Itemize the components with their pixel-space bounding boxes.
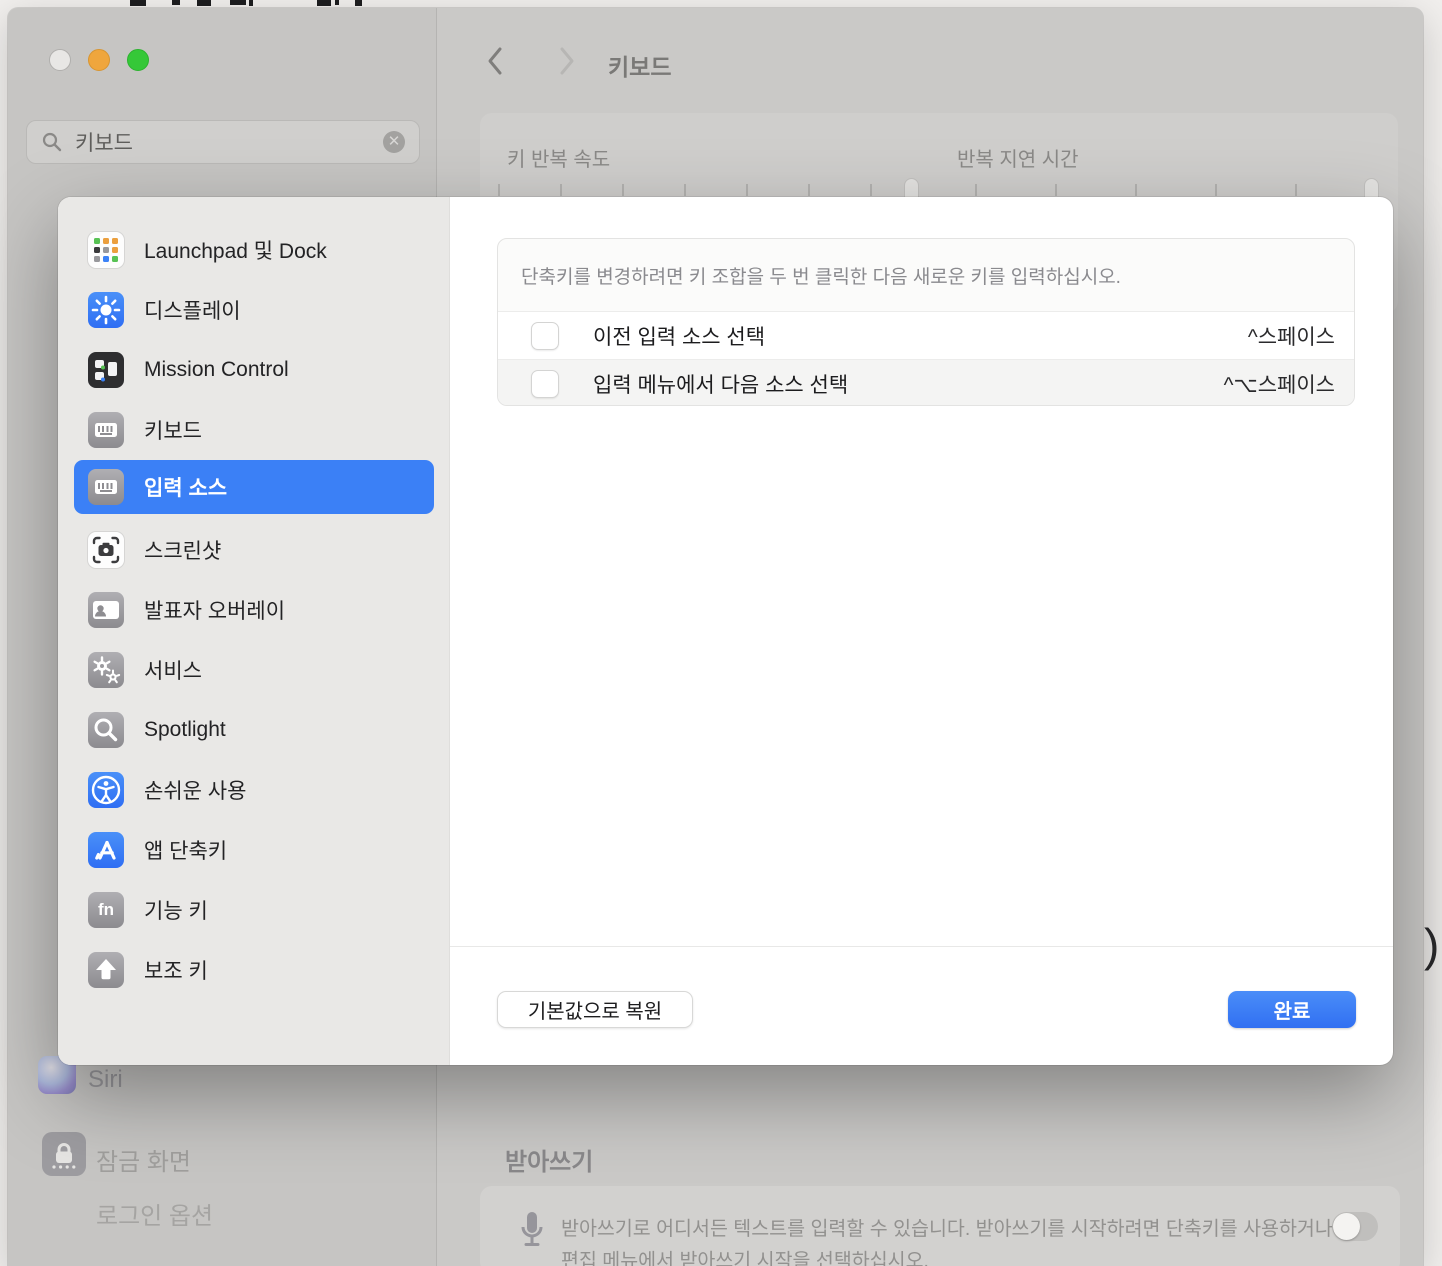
- modifier-arrow-icon: [88, 952, 124, 988]
- minimize-button[interactable]: [88, 49, 110, 71]
- dictation-description-line2: 편집 메뉴에서 받아쓰기 시작을 선택하십시오.: [561, 1244, 929, 1266]
- search-icon: [41, 131, 63, 153]
- microphone-icon: [520, 1210, 544, 1260]
- search-value: 키보드: [75, 127, 383, 157]
- dictation-toggle[interactable]: [1332, 1212, 1378, 1241]
- display-brightness-icon: [88, 292, 124, 328]
- keyboard-shortcuts-sheet: Launchpad 및 Dock 디스플레이: [58, 197, 1393, 1065]
- dictation-card: 받아쓰기로 어디서든 텍스트를 입력할 수 있습니다. 받아쓰기를 시작하려면 …: [480, 1186, 1400, 1266]
- sidebar-item-mission-control[interactable]: Mission Control: [74, 343, 434, 397]
- sidebar-item-app-shortcuts[interactable]: 앱 단축키: [74, 823, 434, 877]
- presenter-overlay-icon: [88, 592, 124, 628]
- search-input[interactable]: 키보드 ✕: [26, 120, 420, 164]
- sidebar-item-launchpad-dock[interactable]: Launchpad 및 Dock: [74, 223, 434, 277]
- repeat-delay-label: 반복 지연 시간: [957, 143, 1079, 172]
- done-button[interactable]: 완료: [1228, 991, 1356, 1028]
- fn-key-icon: fn: [88, 892, 124, 928]
- dictation-description-line1: 받아쓰기로 어디서든 텍스트를 입력할 수 있습니다. 받아쓰기를 시작하려면 …: [561, 1212, 1333, 1241]
- clear-search-icon[interactable]: ✕: [383, 131, 405, 153]
- repeat-delay-slider[interactable]: [975, 184, 1299, 196]
- key-repeat-slider-knob[interactable]: [904, 178, 919, 198]
- back-chevron-icon[interactable]: [486, 46, 504, 76]
- keyboard-icon: [88, 412, 124, 448]
- mission-control-icon: [88, 352, 124, 388]
- close-button[interactable]: [49, 49, 71, 71]
- services-gears-icon: [88, 652, 124, 688]
- accessibility-icon: [88, 772, 124, 808]
- sidebar-item-screenshots[interactable]: 스크린샷: [74, 523, 434, 577]
- sidebar-item-login-options[interactable]: 로그인 옵션: [96, 1196, 213, 1231]
- key-repeat-label: 키 반복 속도: [507, 143, 610, 172]
- table-row[interactable]: 입력 메뉴에서 다음 소스 선택 ^⌥스페이스: [498, 359, 1354, 406]
- sidebar-item-input-sources[interactable]: 입력 소스: [74, 460, 434, 514]
- sidebar-item-lock-screen[interactable]: 잠금 화면: [96, 1142, 191, 1177]
- checkbox-previous-input-source[interactable]: [531, 322, 559, 350]
- sidebar-item-accessibility[interactable]: 손쉬운 사용: [74, 763, 434, 817]
- clipped-desktop-paren: ): [1424, 918, 1442, 978]
- launchpad-icon: [88, 232, 124, 268]
- sidebar-item-function-keys[interactable]: fn 기능 키: [74, 883, 434, 937]
- sidebar-item-modifier-keys[interactable]: 보조 키: [74, 943, 434, 997]
- repeat-delay-slider-knob[interactable]: [1364, 178, 1379, 198]
- shortcuts-instruction: 단축키를 변경하려면 키 조합을 두 번 클릭한 다음 새로운 키를 입력하십시…: [498, 239, 1354, 311]
- sidebar-item-spotlight[interactable]: Spotlight: [74, 703, 434, 757]
- key-repeat-slider[interactable]: [498, 184, 872, 196]
- sidebar-item-presenter-overlay[interactable]: 발표자 오버레이: [74, 583, 434, 637]
- toggle-knob: [1333, 1213, 1360, 1240]
- sidebar-item-siri[interactable]: Siri: [88, 1066, 123, 1094]
- sidebar-item-display[interactable]: 디스플레이: [74, 283, 434, 337]
- shortcut-keys[interactable]: ^⌥스페이스: [1224, 369, 1335, 399]
- page-title: 키보드: [608, 48, 671, 82]
- zoom-button[interactable]: [127, 49, 149, 71]
- sidebar-item-services[interactable]: 서비스: [74, 643, 434, 697]
- input-sources-icon: [88, 469, 124, 505]
- restore-defaults-button[interactable]: 기본값으로 복원: [497, 991, 693, 1028]
- screenshot-icon: [88, 532, 124, 568]
- footer-divider: [450, 946, 1393, 947]
- spotlight-icon: [88, 712, 124, 748]
- table-row[interactable]: 이전 입력 소스 선택 ^스페이스: [498, 311, 1354, 359]
- shortcut-keys[interactable]: ^스페이스: [1248, 321, 1335, 351]
- lock-screen-icon: [42, 1132, 86, 1176]
- app-store-icon: [88, 832, 124, 868]
- forward-chevron-icon[interactable]: [558, 46, 576, 76]
- shortcuts-table: 단축키를 변경하려면 키 조합을 두 번 클릭한 다음 새로운 키를 입력하십시…: [497, 238, 1355, 406]
- sidebar-item-keyboard[interactable]: 키보드: [74, 403, 434, 457]
- checkbox-next-input-source[interactable]: [531, 370, 559, 398]
- dictation-heading: 받아쓰기: [505, 1142, 593, 1177]
